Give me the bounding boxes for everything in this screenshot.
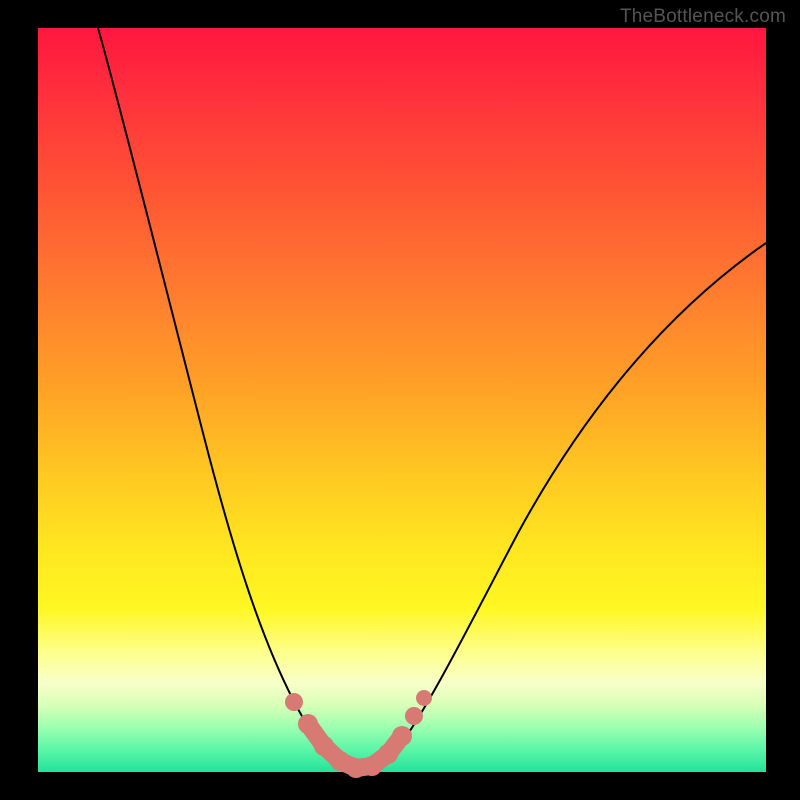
valley-dot-6	[378, 744, 398, 764]
valley-dot-5	[362, 756, 382, 776]
chart-plot-area	[38, 28, 766, 772]
valley-dot-7	[392, 726, 412, 746]
chart-svg	[38, 28, 766, 772]
chart-frame: TheBottleneck.com	[0, 0, 800, 800]
watermark-text: TheBottleneck.com	[620, 6, 786, 28]
valley-dot-right-1	[405, 707, 423, 725]
bottleneck-curve	[98, 28, 766, 770]
valley-dot-2	[314, 736, 334, 756]
valley-dot-left	[285, 693, 303, 711]
valley-dot-1	[298, 714, 318, 734]
valley-dot-right-2	[416, 690, 432, 706]
